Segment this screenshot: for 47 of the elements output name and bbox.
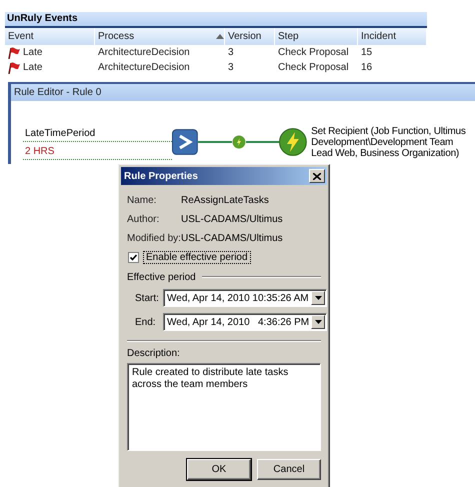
dropdown-button[interactable] [311, 315, 325, 329]
column-header[interactable]: Incident [358, 28, 427, 45]
connector-bolt-icon [232, 135, 246, 149]
caret-icon [314, 320, 322, 324]
action-bolt-icon[interactable] [279, 128, 308, 156]
caret-icon [314, 296, 322, 300]
date-field[interactable]: Wed, Apr 14, 2010 10:35:26 AM [163, 289, 327, 307]
table-cell-text: 16 [360, 61, 374, 75]
table-cell-text: 15 [360, 46, 374, 60]
flag-icon [8, 46, 20, 58]
field-value: USL-CADAMS/Ultimus [181, 214, 283, 225]
field-label: Start: [135, 292, 160, 304]
dropdown-button[interactable] [311, 291, 325, 305]
field-label: Description: [127, 348, 180, 359]
dialog-title: Rule Properties [124, 170, 198, 182]
table-cell-text: 3 [227, 46, 235, 60]
field-label: End: [135, 316, 157, 328]
checkbox-label[interactable]: Enable effective period [143, 250, 251, 264]
flag-icon [8, 62, 20, 74]
table-cell-text: 3 [227, 61, 235, 75]
table-cell-text: Check Proposal [277, 46, 350, 60]
comparison-node-icon[interactable] [172, 129, 198, 155]
description-field[interactable]: Rule created to distribute late tasks across the team members [127, 363, 321, 451]
table-cell-text: Late [23, 61, 42, 75]
table-cell-text: ArchitectureDecision [97, 61, 191, 75]
field-label: Author: [127, 214, 160, 225]
field-value: USL-CADAMS/Ultimus [181, 233, 283, 244]
field-label: Name: [127, 195, 158, 206]
field-value: ReAssignLateTasks [181, 195, 269, 206]
group-label: Effective period [127, 272, 196, 282]
table-cell-text: Late [23, 46, 42, 60]
table-cell-text: Check Proposal [277, 61, 350, 75]
field-label: Modified by: [127, 233, 181, 244]
column-header[interactable]: Version [225, 28, 275, 45]
panel-title: UnRuly Events [5, 12, 427, 28]
cancel-button[interactable]: Cancel [257, 459, 321, 480]
ok-button[interactable]: OK [187, 459, 251, 480]
close-icon [313, 172, 321, 180]
panel-title: Rule Editor - Rule 0 [11, 82, 475, 101]
table-cell-text: ArchitectureDecision [97, 46, 191, 60]
checkbox[interactable] [128, 252, 139, 262]
date-field[interactable]: Wed, Apr 14, 2010 4:36:26 PM [163, 313, 327, 331]
column-header[interactable]: Process [95, 28, 225, 45]
close-button[interactable] [309, 169, 325, 183]
action-label: Set Recipient (Job Function, Ultimus Development\Development Team Lead Web, Business Organization) [311, 126, 467, 158]
column-header[interactable]: Step [275, 28, 358, 45]
column-header[interactable]: Event [5, 28, 95, 45]
